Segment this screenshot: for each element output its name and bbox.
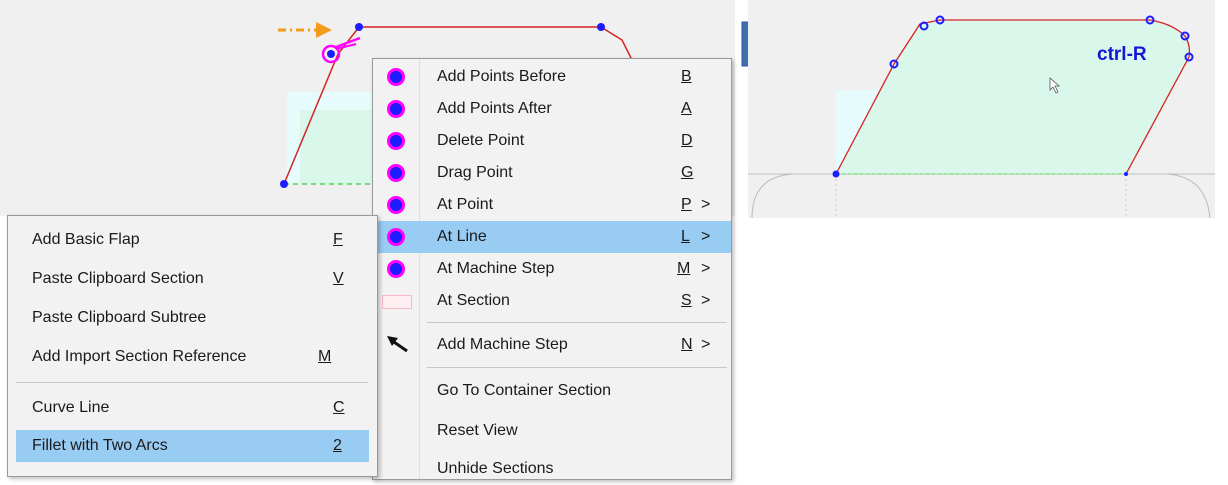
- menu-item-label: At Section: [437, 292, 510, 309]
- menu-item-shortcut: L: [681, 228, 690, 245]
- menu-item-shortcut: D: [681, 132, 693, 149]
- profile-point[interactable]: [1124, 172, 1128, 176]
- menu-item-shortcut: M: [318, 348, 332, 365]
- menu-item-add-points-before[interactable]: Add Points Before B: [373, 61, 731, 93]
- corner-arc-left: [751, 173, 795, 219]
- point-bullet-icon: [387, 164, 405, 182]
- menu-separator: [427, 322, 727, 323]
- menu-item-label: Fillet with Two Arcs: [32, 437, 168, 454]
- right-drawing-canvas[interactable]: [748, 0, 1215, 219]
- point-bullet-icon: [387, 228, 405, 246]
- menu-item-label: At Point: [437, 196, 494, 213]
- menu-item-go-to-container-section[interactable]: Go To Container Section: [373, 375, 731, 407]
- context-menu: Add Points Before B Add Points After A D…: [372, 58, 732, 480]
- menu-item-reset-view[interactable]: Reset View: [373, 415, 731, 447]
- menu-item-add-points-after[interactable]: Add Points After A: [373, 93, 731, 125]
- menu-item-add-basic-flap[interactable]: Add Basic Flap F: [8, 224, 377, 256]
- menu-item-at-line[interactable]: At Line L >: [373, 221, 731, 253]
- corner-arc-right: [1165, 173, 1211, 219]
- menu-item-label: Unhide Sections: [437, 460, 554, 477]
- menu-item-shortcut: G: [681, 164, 694, 181]
- point-bullet-icon: [387, 132, 405, 150]
- menu-item-label: Add Import Section Reference: [32, 348, 247, 365]
- menu-item-shortcut: B: [681, 68, 692, 85]
- submenu-arrow-icon: >: [701, 260, 711, 277]
- menu-separator: [16, 382, 368, 383]
- right-profile-drawing: [748, 15, 1215, 219]
- menu-item-label: Delete Point: [437, 132, 525, 149]
- menu-item-shortcut: F: [333, 231, 343, 248]
- menu-item-label: Add Points Before: [437, 68, 566, 85]
- menu-item-at-machine-step[interactable]: At Machine Step M >: [373, 253, 731, 285]
- menu-item-drag-point[interactable]: Drag Point G: [373, 157, 731, 189]
- menu-item-shortcut: C: [333, 399, 345, 416]
- menu-separator: [427, 367, 727, 368]
- submenu-arrow-icon: >: [701, 292, 711, 309]
- menu-item-add-machine-step[interactable]: Add Machine Step N >: [373, 329, 731, 361]
- menu-item-unhide-sections[interactable]: Unhide Sections: [373, 453, 731, 485]
- menu-item-shortcut: S: [681, 292, 692, 309]
- menu-item-add-import-section-reference[interactable]: Add Import Section Reference M: [8, 341, 377, 373]
- submenu-arrow-icon: >: [701, 228, 711, 245]
- submenu-arrow-icon: >: [701, 196, 711, 213]
- menu-item-label: Reset View: [437, 422, 518, 439]
- menu-item-fillet-with-two-arcs[interactable]: Fillet with Two Arcs 2: [16, 430, 369, 462]
- arrow-cursor-icon: [387, 336, 408, 353]
- menu-item-shortcut: M: [677, 260, 691, 277]
- submenu-arrow-icon: >: [701, 336, 711, 353]
- menu-item-paste-clipboard-section[interactable]: Paste Clipboard Section V: [8, 263, 377, 295]
- profile-point[interactable]: [597, 23, 605, 31]
- point-bullet-icon: [387, 260, 405, 278]
- menu-item-curve-line[interactable]: Curve Line C: [8, 392, 377, 424]
- menu-item-shortcut: N: [681, 336, 693, 353]
- point-bullet-icon: [387, 100, 405, 118]
- point-bullet-icon: [387, 68, 405, 86]
- menu-item-label: Add Machine Step: [437, 336, 568, 353]
- menu-item-label: Curve Line: [32, 399, 110, 416]
- menu-item-label: At Machine Step: [437, 260, 555, 277]
- menu-item-shortcut: P: [681, 196, 692, 213]
- menu-item-shortcut: A: [681, 100, 692, 117]
- menu-item-shortcut: V: [333, 270, 344, 287]
- menu-item-at-point[interactable]: At Point P >: [373, 189, 731, 221]
- selected-point[interactable]: [327, 50, 335, 58]
- menu-item-label: Paste Clipboard Subtree: [32, 309, 207, 326]
- menu-item-label: Add Points After: [437, 100, 552, 117]
- profile-point[interactable]: [280, 180, 288, 188]
- menu-item-delete-point[interactable]: Delete Point D: [373, 125, 731, 157]
- menu-item-label: At Line: [437, 228, 487, 245]
- profile-point[interactable]: [355, 23, 363, 31]
- left-context-menu: Add Basic Flap F Paste Clipboard Section…: [7, 215, 378, 477]
- menu-item-at-section[interactable]: At Section S >: [373, 285, 731, 317]
- menu-item-label: Go To Container Section: [437, 382, 612, 399]
- orange-arrow-icon: [316, 22, 332, 38]
- menu-item-label: Add Basic Flap: [32, 231, 140, 248]
- section-fill-inner: [300, 110, 382, 184]
- menu-item-paste-clipboard-subtree[interactable]: Paste Clipboard Subtree: [8, 302, 377, 334]
- shortcut-label: ctrl-R: [1097, 44, 1147, 65]
- menu-item-shortcut: 2: [333, 437, 342, 454]
- point-bullet-icon: [387, 196, 405, 214]
- profile-point[interactable]: [832, 170, 840, 178]
- menu-item-label: Paste Clipboard Section: [32, 270, 204, 287]
- menu-item-label: Drag Point: [437, 164, 513, 181]
- section-rect-icon: [382, 295, 412, 309]
